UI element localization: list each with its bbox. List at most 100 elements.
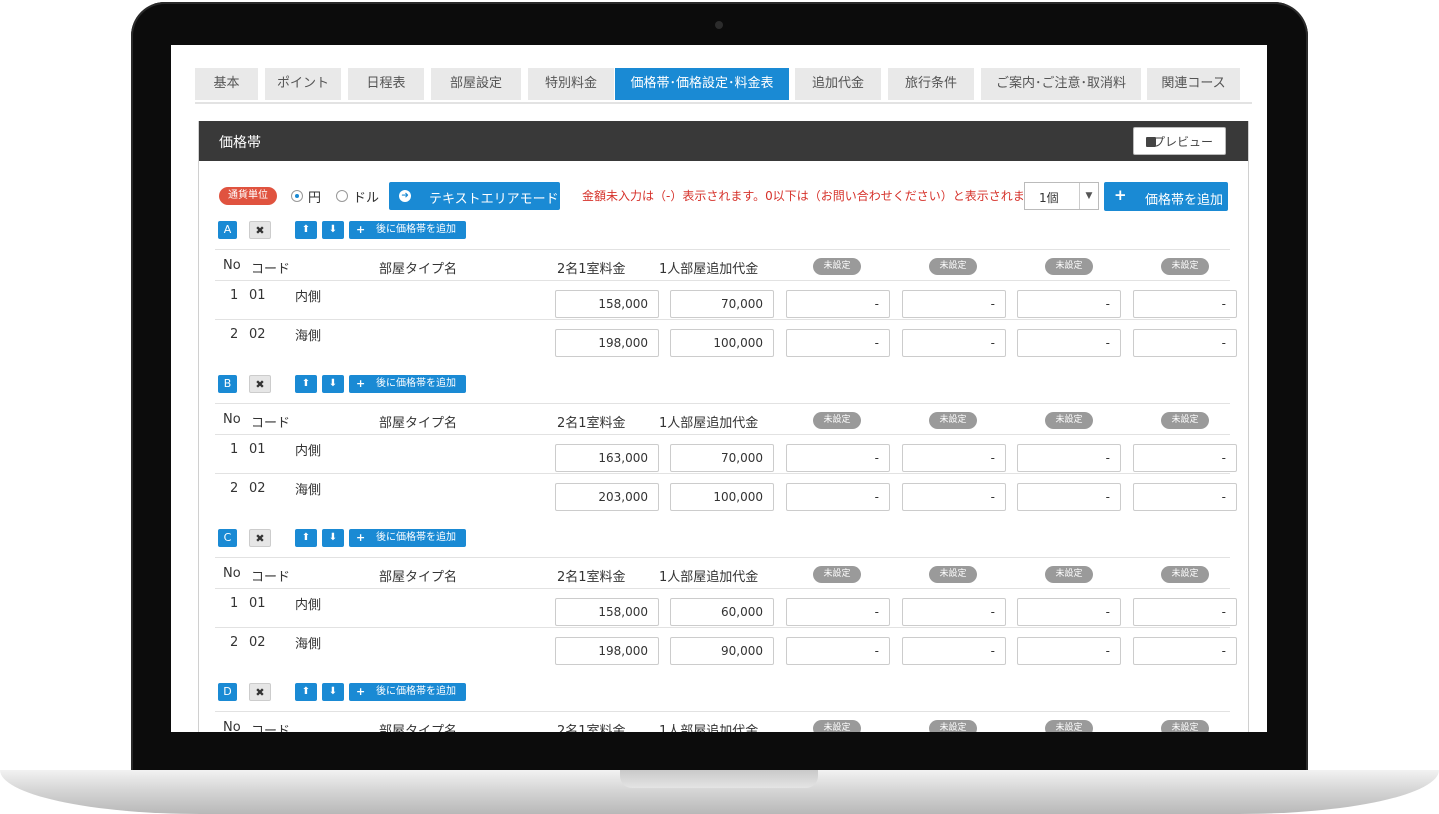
price-input[interactable]: - [902,637,1006,665]
col-no: No [223,566,241,581]
price-input[interactable]: 100,000 [670,483,774,511]
price-input[interactable]: - [786,329,890,357]
unset-badge[interactable]: 未設定 [929,566,977,583]
price-input[interactable]: 90,000 [670,637,774,665]
dollar-radio[interactable] [336,190,348,202]
price-input[interactable]: - [902,444,1006,472]
price-input[interactable]: 60,000 [670,598,774,626]
tab-related-course[interactable]: 関連コース [1147,68,1240,100]
move-down-button[interactable]: ⬇ [322,375,344,393]
add-after-button[interactable]: + 後に価格帯を追加 [349,375,466,393]
unset-badge[interactable]: 未設定 [1161,566,1209,583]
unset-badge[interactable]: 未設定 [929,720,977,732]
tab-guidance[interactable]: ご案内･ご注意･取消料 [981,68,1141,100]
price-band-panel: 価格帯 プレビュー 通貨単位 円 ドル ➜ テキストエリアモードへ 金額未入力は… [198,121,1249,732]
price-input[interactable]: - [1133,598,1237,626]
tab-room-settings[interactable]: 部屋設定 [431,68,521,100]
unset-badge[interactable]: 未設定 [1161,412,1209,429]
tab-points[interactable]: ポイント [265,68,341,100]
delete-band-button[interactable]: ✖ [249,375,271,393]
delete-band-button[interactable]: ✖ [249,683,271,701]
unset-badge[interactable]: 未設定 [813,566,861,583]
delete-band-button[interactable]: ✖ [249,221,271,239]
price-input[interactable]: - [902,598,1006,626]
add-after-button[interactable]: + 後に価格帯を追加 [349,529,466,547]
yen-radio[interactable] [291,190,303,202]
move-up-button[interactable]: ⬆ [295,221,317,239]
price-input[interactable]: - [902,290,1006,318]
row-room-name: 内側 [295,290,322,305]
row-room-name: 海側 [295,483,322,498]
unset-badge[interactable]: 未設定 [1045,566,1093,583]
price-input[interactable]: 158,000 [555,598,659,626]
textarea-mode-button[interactable]: ➜ テキストエリアモードへ [389,182,560,226]
tab-travel-conditions[interactable]: 旅行条件 [888,68,974,100]
row-no: 1 [230,288,239,303]
add-after-button[interactable]: + 後に価格帯を追加 [349,221,466,239]
price-input[interactable]: 203,000 [555,483,659,511]
price-input[interactable]: 100,000 [670,329,774,357]
price-input[interactable]: - [1017,290,1121,318]
count-select[interactable]: 1個 ▼ [1024,182,1099,210]
price-input[interactable]: 163,000 [555,444,659,472]
price-input[interactable]: - [902,483,1006,511]
arrow-down-icon: ⬇ [328,378,338,389]
col-no: No [223,720,241,732]
price-input[interactable]: - [786,444,890,472]
unset-badge[interactable]: 未設定 [1045,720,1093,732]
price-input[interactable]: 198,000 [555,637,659,665]
arrow-down-icon: ⬇ [328,686,338,697]
col-room-type: 部屋タイプ名 [379,570,458,585]
col-extra-person: 1人部屋追加代金 [659,570,759,585]
price-input[interactable]: - [1133,444,1237,472]
preview-label: プレビュー [1152,135,1213,149]
price-input[interactable]: - [1017,483,1121,511]
move-up-button[interactable]: ⬆ [295,375,317,393]
price-input[interactable]: - [786,637,890,665]
price-input[interactable]: - [1017,444,1121,472]
price-input[interactable]: 70,000 [670,444,774,472]
add-after-label: 後に価格帯を追加 [376,532,456,543]
move-down-button[interactable]: ⬇ [322,683,344,701]
add-price-band-label: 価格帯を追加 [1145,193,1224,208]
camera-icon [715,21,723,29]
unset-badge[interactable]: 未設定 [929,412,977,429]
move-up-button[interactable]: ⬆ [295,529,317,547]
move-down-button[interactable]: ⬇ [322,529,344,547]
move-down-button[interactable]: ⬇ [322,221,344,239]
price-input[interactable]: - [786,598,890,626]
price-input[interactable]: - [786,483,890,511]
price-input[interactable]: 198,000 [555,329,659,357]
unset-badge[interactable]: 未設定 [929,258,977,275]
price-input[interactable]: - [1017,637,1121,665]
price-input[interactable]: - [1133,290,1237,318]
price-input[interactable]: 158,000 [555,290,659,318]
unset-badge[interactable]: 未設定 [813,258,861,275]
unset-badge[interactable]: 未設定 [1161,720,1209,732]
tab-special-price[interactable]: 特別料金 [528,68,614,100]
row-no: 1 [230,442,239,457]
price-input[interactable]: - [1017,329,1121,357]
price-input[interactable]: - [1133,637,1237,665]
unset-badge[interactable]: 未設定 [813,720,861,732]
unset-badge[interactable]: 未設定 [1045,412,1093,429]
delete-band-button[interactable]: ✖ [249,529,271,547]
price-input[interactable]: 70,000 [670,290,774,318]
price-input[interactable]: - [1017,598,1121,626]
unset-badge[interactable]: 未設定 [1045,258,1093,275]
add-price-band-button[interactable]: + 価格帯を追加 [1104,182,1228,211]
tab-price-band[interactable]: 価格帯･価格設定･料金表 [615,68,789,100]
price-input[interactable]: - [1133,329,1237,357]
add-after-button[interactable]: + 後に価格帯を追加 [349,683,466,701]
price-input[interactable]: - [902,329,1006,357]
price-input[interactable]: - [786,290,890,318]
price-input[interactable]: - [1133,483,1237,511]
tab-basic[interactable]: 基本 [195,68,258,100]
tab-additional-fee[interactable]: 追加代金 [795,68,881,100]
unset-badge[interactable]: 未設定 [1161,258,1209,275]
unset-badge[interactable]: 未設定 [813,412,861,429]
preview-button[interactable]: プレビュー [1133,127,1226,155]
move-up-button[interactable]: ⬆ [295,683,317,701]
add-after-label: 後に価格帯を追加 [376,686,456,697]
tab-schedule[interactable]: 日程表 [348,68,424,100]
